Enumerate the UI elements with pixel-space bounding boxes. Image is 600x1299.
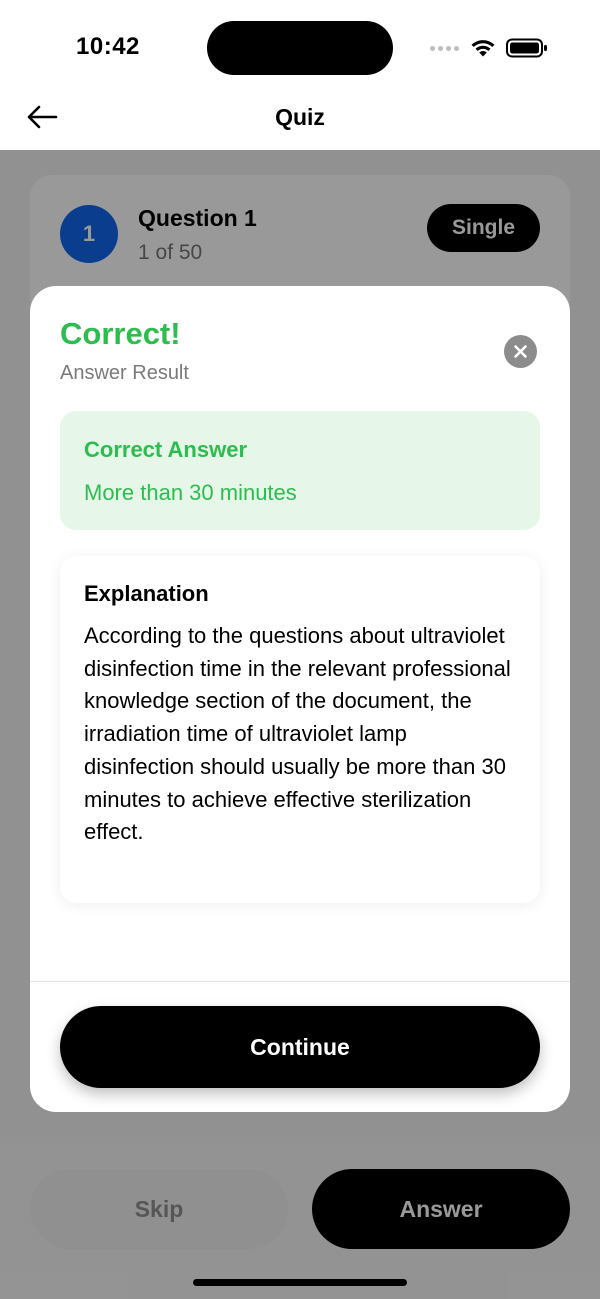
- result-subtitle: Answer Result: [60, 362, 189, 384]
- correct-answer-box: Correct Answer More than 30 minutes: [60, 411, 540, 530]
- nav-bar: Quiz: [0, 90, 600, 150]
- modal-divider: [30, 981, 570, 982]
- status-bar: 10:42: [0, 0, 600, 90]
- result-title: Correct!: [60, 316, 181, 351]
- correct-answer-label: Correct Answer: [84, 437, 248, 462]
- answer-result-modal: Correct! Answer Result Correct Answer Mo…: [30, 286, 570, 1112]
- cellular-signal-icon: [430, 46, 459, 51]
- wifi-icon: [471, 40, 495, 57]
- explanation-text: According to the questions about ultravi…: [84, 623, 511, 845]
- battery-icon: [506, 38, 547, 58]
- continue-button[interactable]: Continue: [60, 1006, 540, 1088]
- explanation-label: Explanation: [84, 581, 209, 606]
- dynamic-island: [207, 21, 393, 75]
- close-button[interactable]: [504, 335, 537, 368]
- explanation-box: Explanation According to the questions a…: [60, 556, 540, 903]
- correct-answer-value: More than 30 minutes: [84, 480, 297, 505]
- status-time: 10:42: [76, 33, 140, 60]
- home-indicator[interactable]: [193, 1279, 407, 1286]
- page-title: Quiz: [275, 104, 325, 130]
- close-icon: [514, 345, 527, 358]
